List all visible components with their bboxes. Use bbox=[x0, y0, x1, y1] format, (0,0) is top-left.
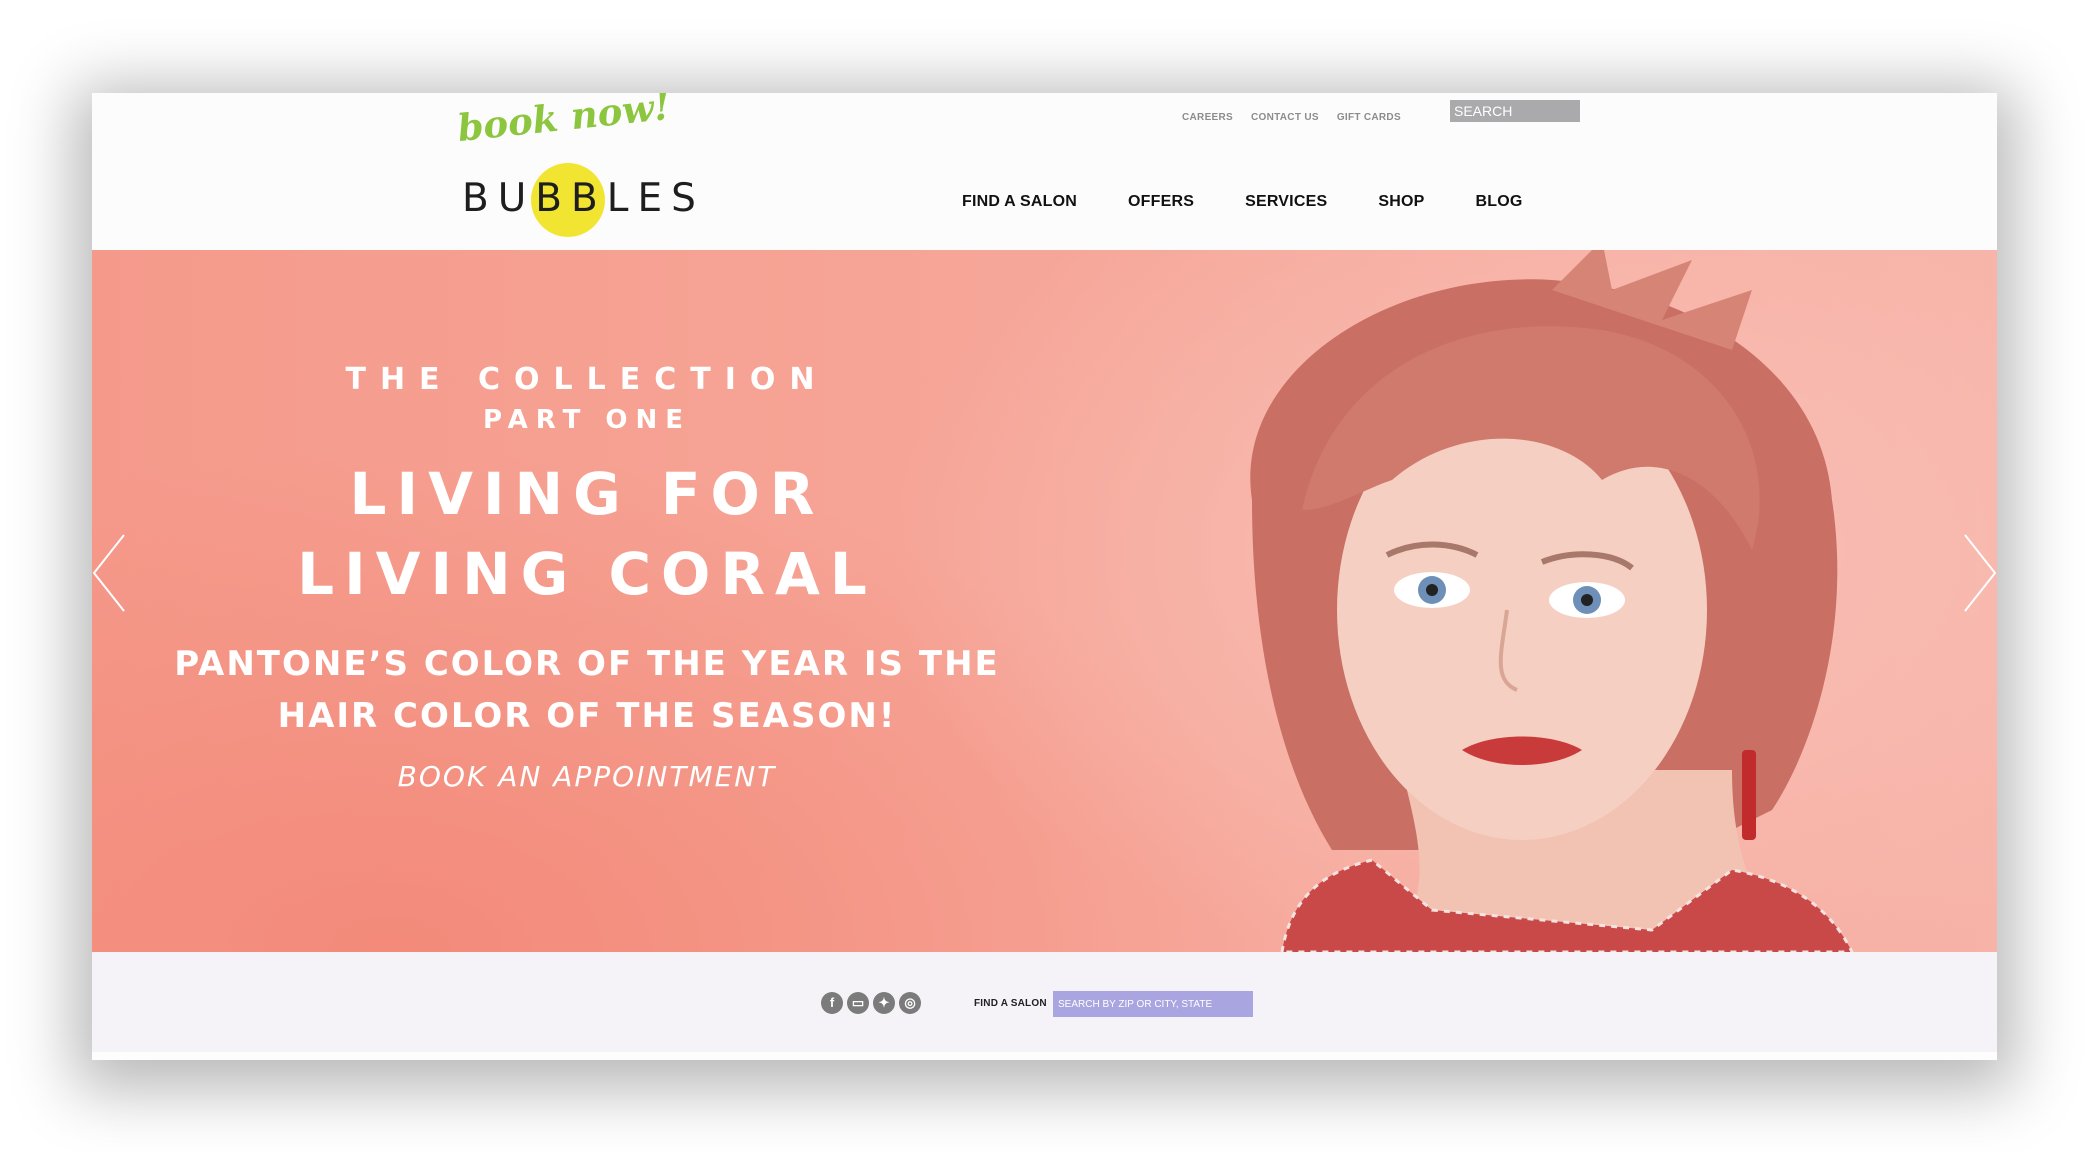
twitter-icon[interactable]: ✦ bbox=[873, 992, 895, 1014]
instagram-icon[interactable]: ◎ bbox=[899, 992, 921, 1014]
hero-headline-line1: LIVING FOR bbox=[349, 460, 825, 528]
nav-offers[interactable]: OFFERS bbox=[1128, 193, 1194, 211]
footer-search-band: f ▭ ✦ ◎ FIND A SALON bbox=[92, 952, 1997, 1052]
chevron-left-icon bbox=[92, 534, 125, 612]
careers-link[interactable]: CAREERS bbox=[1182, 107, 1233, 129]
hero-headline-line2: LIVING CORAL bbox=[297, 540, 877, 608]
logo-text: BUBBLES bbox=[462, 176, 705, 221]
site-header: book now! BUBBLES CAREERS CONTACT US GIF… bbox=[92, 93, 1997, 250]
youtube-icon[interactable]: ▭ bbox=[847, 992, 869, 1014]
hero-subhead: PANTONE’S COLOR OF THE YEAR IS THE HAIR … bbox=[132, 638, 1042, 742]
carousel-next-arrow[interactable] bbox=[1961, 533, 1997, 613]
social-icons: f ▭ ✦ ◎ bbox=[821, 992, 921, 1014]
gift-cards-link[interactable]: GIFT CARDS bbox=[1337, 107, 1401, 129]
carousel-prev-arrow[interactable] bbox=[92, 533, 128, 613]
bubbles-logo[interactable]: BUBBLES bbox=[462, 163, 702, 241]
site-search-input[interactable] bbox=[1450, 100, 1580, 122]
utility-nav: CAREERS CONTACT US GIFT CARDS bbox=[1182, 107, 1401, 129]
hero-eyebrow: THE COLLECTION bbox=[345, 362, 829, 397]
contact-us-link[interactable]: CONTACT US bbox=[1251, 107, 1319, 129]
book-appointment-link[interactable]: BOOK AN APPOINTMENT bbox=[398, 760, 777, 793]
salon-search-input[interactable] bbox=[1053, 991, 1253, 1017]
hero-subhead-line2: HAIR COLOR OF THE SEASON! bbox=[277, 696, 897, 736]
nav-services[interactable]: SERVICES bbox=[1245, 193, 1327, 211]
hero-copy: THE COLLECTION PART ONE LIVING FOR LIVIN… bbox=[132, 360, 1042, 793]
book-now-link[interactable]: book now! bbox=[455, 93, 672, 150]
hero-headline: LIVING FOR LIVING CORAL bbox=[132, 454, 1042, 614]
chevron-right-icon bbox=[1964, 534, 1997, 612]
hero-banner[interactable]: THE COLLECTION PART ONE LIVING FOR LIVIN… bbox=[92, 250, 1997, 952]
facebook-icon[interactable]: f bbox=[821, 992, 843, 1014]
browser-page: book now! BUBBLES CAREERS CONTACT US GIF… bbox=[92, 93, 1997, 1060]
hero-subhead-line1: PANTONE’S COLOR OF THE YEAR IS THE bbox=[174, 644, 1000, 684]
find-salon-label: FIND A SALON bbox=[974, 998, 1047, 1009]
model-portrait-image bbox=[1250, 250, 1854, 952]
main-nav: FIND A SALON OFFERS SERVICES SHOP BLOG bbox=[962, 193, 1523, 211]
nav-shop[interactable]: SHOP bbox=[1378, 193, 1424, 211]
hero-eyebrow-sub: PART ONE bbox=[482, 405, 692, 435]
nav-find-a-salon[interactable]: FIND A SALON bbox=[962, 193, 1077, 211]
nav-blog[interactable]: BLOG bbox=[1475, 193, 1522, 211]
